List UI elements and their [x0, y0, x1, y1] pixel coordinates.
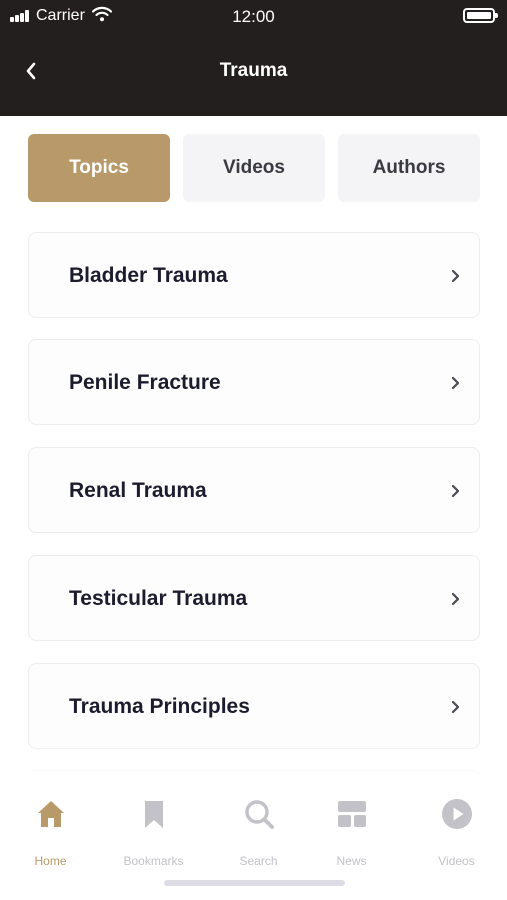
bookmark-icon: [145, 801, 163, 828]
status-time: 12:00: [232, 7, 275, 26]
segment-tabs: Topics Videos Authors: [28, 134, 480, 202]
tabbar-label: News: [336, 854, 367, 868]
list-item-label: Penile Fracture: [69, 371, 221, 394]
list-item[interactable]: Penile Fracture: [28, 339, 480, 425]
list-item[interactable]: Trauma Principles: [28, 663, 480, 749]
list-item[interactable]: Testicular Trauma: [28, 555, 480, 641]
tabbar-bookmarks[interactable]: Bookmarks: [103, 796, 204, 868]
tabbar-search[interactable]: Search: [208, 796, 309, 868]
list-item-label: Bladder Trauma: [69, 264, 228, 287]
home-icon: [38, 801, 64, 827]
chevron-right-icon: [451, 269, 460, 283]
tabbar-label: Home: [34, 854, 67, 868]
tabbar-label: Videos: [438, 854, 475, 868]
page-title: Trauma: [219, 60, 288, 81]
chevron-right-icon: [451, 592, 460, 606]
home-indicator: [164, 880, 345, 886]
chevron-right-icon: [451, 376, 460, 390]
tabbar-news[interactable]: News: [301, 796, 402, 868]
battery-icon: [463, 8, 498, 23]
list-item[interactable]: Renal Trauma: [28, 447, 480, 533]
tabbar-label: Bookmarks: [123, 854, 184, 868]
list-item-label: Trauma Principles: [69, 695, 250, 718]
list-item-label: Renal Trauma: [69, 479, 207, 502]
top-bar: Carrier 12:00 Trauma: [0, 0, 507, 116]
tabbar-label: Search: [239, 854, 278, 868]
chevron-right-icon: [451, 700, 460, 714]
list-item-label: Testicular Trauma: [69, 587, 248, 610]
tabbar-videos[interactable]: Videos: [406, 796, 507, 868]
chevron-right-icon: [451, 484, 460, 498]
tab-videos[interactable]: Videos: [183, 134, 325, 202]
tab-authors[interactable]: Authors: [338, 134, 480, 202]
play-icon: [442, 799, 472, 829]
search-icon: [245, 800, 274, 829]
scroll-fade: [0, 740, 507, 782]
tabbar-home[interactable]: Home: [0, 796, 101, 868]
list-item[interactable]: Bladder Trauma: [28, 232, 480, 318]
news-icon: [338, 801, 366, 827]
tab-topics[interactable]: Topics: [28, 134, 170, 202]
status-bar: Carrier 12:00: [0, 0, 507, 32]
